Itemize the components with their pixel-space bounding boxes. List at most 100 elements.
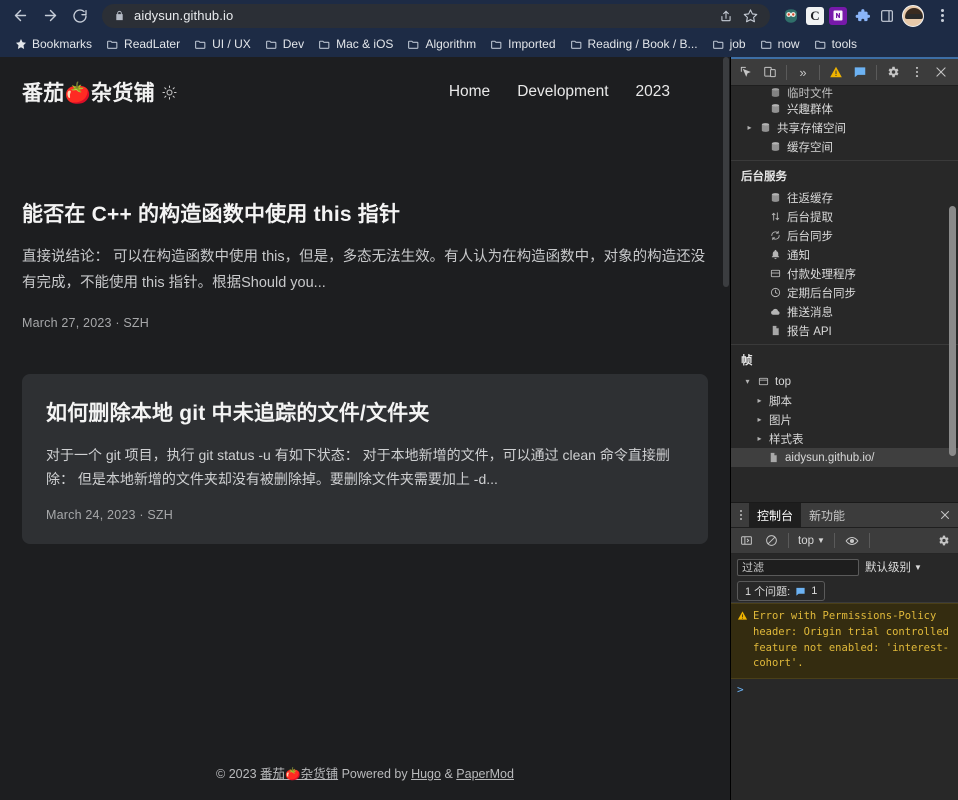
extensions-puzzle-icon[interactable] xyxy=(852,6,872,26)
browser-menu-icon[interactable] xyxy=(932,6,952,26)
footer-papermod-link[interactable]: PaperMod xyxy=(456,767,514,781)
tree-item-background-sync[interactable]: ▸ 后台同步 xyxy=(731,226,958,245)
tree-item-scripts[interactable]: ▸ 脚本 xyxy=(731,391,958,410)
bookmark-item-bookmarks[interactable]: Bookmarks xyxy=(8,34,99,54)
cite-extension-icon[interactable]: C xyxy=(806,6,824,25)
message-icon[interactable] xyxy=(849,61,871,83)
console-level-selector[interactable]: 默认级别 ▼ xyxy=(865,559,922,575)
chevron-right-icon[interactable]: ▸ xyxy=(755,396,764,405)
close-icon[interactable] xyxy=(930,61,952,83)
console-output-area xyxy=(731,700,958,800)
back-button[interactable] xyxy=(6,2,34,30)
console-filter-input[interactable]: 过滤 xyxy=(737,558,859,576)
tree-item-document-url[interactable]: aidysun.github.io/ xyxy=(731,448,958,467)
tree-item-periodic-background-sync[interactable]: ▸ 定期后台同步 xyxy=(731,283,958,302)
application-tree[interactable]: ▸ 临时文件 ▸ 兴趣群体 ▸ 共享存储空间 xyxy=(731,86,958,502)
warning-triangle-icon[interactable] xyxy=(825,61,847,83)
avatar[interactable] xyxy=(902,4,924,27)
kebab-menu-icon[interactable] xyxy=(906,61,928,83)
tree-item-background-fetch[interactable]: ▸ 后台提取 xyxy=(731,207,958,226)
payment-icon xyxy=(769,267,782,280)
tree-item-back-forward-cache[interactable]: ▸ 往返缓存 xyxy=(731,188,958,207)
console-message-warning[interactable]: Error with Permissions-Policy header: Or… xyxy=(731,603,958,679)
tree-item-payment-handler[interactable]: ▸ 付款处理程序 xyxy=(731,264,958,283)
bookmark-item-dev[interactable]: Dev xyxy=(258,34,311,54)
kebab-menu-icon[interactable] xyxy=(733,510,749,520)
folder-icon xyxy=(490,38,503,51)
address-bar[interactable]: aidysun.github.io xyxy=(102,3,770,28)
live-expression-icon[interactable] xyxy=(841,530,863,552)
gear-icon[interactable] xyxy=(932,530,954,552)
site-title[interactable]: 番茄🍅杂货铺 xyxy=(22,77,177,107)
star-icon[interactable] xyxy=(740,6,760,26)
chevron-right-icon[interactable]: ▸ xyxy=(745,123,754,132)
divider xyxy=(876,64,877,80)
folder-icon xyxy=(407,38,420,51)
close-icon[interactable] xyxy=(932,509,958,521)
tree-item-push-messaging[interactable]: ▸ 推送消息 xyxy=(731,302,958,321)
tree-item-label: 缓存空间 xyxy=(787,141,833,154)
more-tabs-icon[interactable]: » xyxy=(792,61,814,83)
bookmark-item-now[interactable]: now xyxy=(753,34,807,54)
post-entry[interactable]: 如何删除本地 git 中未追踪的文件/文件夹 对于一个 git 项目，执行 gi… xyxy=(22,374,708,545)
forward-button[interactable] xyxy=(36,2,64,30)
bookmark-item-imported[interactable]: Imported xyxy=(483,34,562,54)
sun-icon[interactable] xyxy=(162,84,177,100)
tree-item-top-frame[interactable]: ▾ top xyxy=(731,372,958,391)
issues-pill[interactable]: 1 个问题: 1 xyxy=(737,581,826,601)
tree-item-shared-storage[interactable]: ▸ 共享存储空间 xyxy=(731,118,958,137)
tree-item-cache-storage[interactable]: ▸ 缓存空间 xyxy=(731,137,958,156)
inspect-element-icon[interactable] xyxy=(735,61,757,83)
device-toolbar-icon[interactable] xyxy=(759,61,781,83)
bookmark-item-mac-ios[interactable]: Mac & iOS xyxy=(311,34,400,54)
bookmark-label: UI / UX xyxy=(212,37,251,51)
reload-button[interactable] xyxy=(66,2,94,30)
bookmark-item-tools[interactable]: tools xyxy=(807,34,864,54)
nav-item-home[interactable]: Home xyxy=(449,83,490,101)
folder-icon xyxy=(814,38,827,51)
divider xyxy=(786,64,787,80)
bookmark-item-reading[interactable]: Reading / Book / B... xyxy=(563,34,705,54)
execution-context-selector[interactable]: top ▼ xyxy=(795,535,828,547)
share-icon[interactable] xyxy=(716,6,736,26)
page-scrollbar-thumb[interactable] xyxy=(723,57,729,287)
footer-hugo-link[interactable]: Hugo xyxy=(411,767,441,781)
section-title-background-services: 后台服务 xyxy=(731,160,958,188)
tree-item-label: 兴趣群体 xyxy=(787,103,833,116)
bookmark-item-ui-ux[interactable]: UI / UX xyxy=(187,34,258,54)
onenote-extension-icon[interactable] xyxy=(829,6,847,25)
tree-item-stylesheets[interactable]: ▸ 样式表 xyxy=(731,429,958,448)
tree-item-label: 图片 xyxy=(769,414,792,427)
owl-extension-icon[interactable] xyxy=(781,6,801,26)
bookmark-item-readlater[interactable]: ReadLater xyxy=(99,34,187,54)
post-title[interactable]: 如何删除本地 git 中未追踪的文件/文件夹 xyxy=(46,400,684,428)
post-entry[interactable]: 能否在 C++ 的构造函数中使用 this 指针 直接说结论： 可以在构造函数中… xyxy=(22,179,708,352)
devtools-tree-scrollbar[interactable] xyxy=(949,206,956,456)
chevron-right-icon[interactable]: ▸ xyxy=(755,415,764,424)
console-sidebar-icon[interactable] xyxy=(735,530,757,552)
nav-item-2023[interactable]: 2023 xyxy=(636,83,670,101)
tab-console[interactable]: 控制台 xyxy=(749,502,802,528)
footer-brand-link[interactable]: 番茄🍅杂货铺 xyxy=(260,767,338,781)
tree-item-images[interactable]: ▸ 图片 xyxy=(731,410,958,429)
tree-item-clipped[interactable]: ▸ 临时文件 xyxy=(731,86,958,99)
page-scrollbar[interactable] xyxy=(722,57,730,800)
issues-bar[interactable]: 1 个问题: 1 xyxy=(731,580,958,603)
side-panel-icon[interactable] xyxy=(877,6,897,26)
bookmark-item-job[interactable]: job xyxy=(705,34,753,54)
bookmark-item-algorithm[interactable]: Algorithm xyxy=(400,34,483,54)
document-icon xyxy=(767,451,780,464)
gear-icon[interactable] xyxy=(882,61,904,83)
chevron-right-icon[interactable]: ▸ xyxy=(755,434,764,443)
chevron-down-icon[interactable]: ▾ xyxy=(743,377,752,386)
tree-item-reporting-api[interactable]: ▸ 报告 API xyxy=(731,321,958,340)
tree-item-notifications[interactable]: ▸ 通知 xyxy=(731,245,958,264)
tree-item-interest-groups[interactable]: ▸ 兴趣群体 xyxy=(731,99,958,118)
document-icon xyxy=(769,324,782,337)
clear-console-icon[interactable] xyxy=(760,530,782,552)
nav-item-development[interactable]: Development xyxy=(517,83,608,101)
post-title[interactable]: 能否在 C++ 的构造函数中使用 this 指针 xyxy=(22,201,708,229)
console-input-prompt[interactable]: > xyxy=(731,679,958,700)
tab-whats-new[interactable]: 新功能 xyxy=(801,503,853,528)
bookmark-label: Reading / Book / B... xyxy=(587,37,698,51)
